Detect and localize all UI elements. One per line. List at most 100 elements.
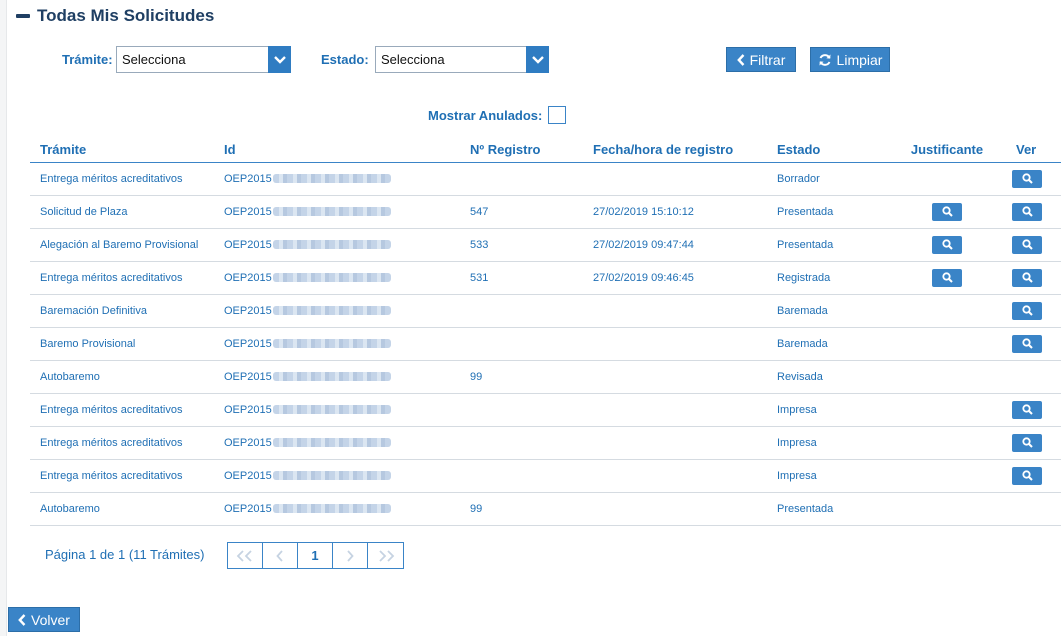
pagination-info: Página 1 de 1 (11 Trámites)	[45, 547, 205, 562]
ver-button[interactable]	[1012, 334, 1042, 353]
ver-button[interactable]	[1012, 301, 1042, 320]
cell-tramite[interactable]: Autobaremo	[30, 360, 224, 394]
justificante-button[interactable]	[932, 268, 962, 287]
cell-tramite[interactable]: Autobaremo	[30, 492, 224, 526]
justificante-button[interactable]	[932, 235, 962, 254]
ver-button[interactable]	[1012, 433, 1042, 452]
pagination: 1	[227, 542, 404, 569]
search-icon	[941, 206, 953, 217]
cell-ver	[1002, 459, 1061, 493]
cell-id: OEP2015	[224, 195, 470, 229]
tramite-select[interactable]: Selecciona	[116, 46, 291, 73]
ver-button[interactable]	[1012, 235, 1042, 254]
cell-registro	[470, 294, 593, 328]
cell-id: OEP2015	[224, 492, 470, 526]
cell-fecha	[593, 294, 777, 328]
col-header-fecha[interactable]: Fecha/hora de registro	[593, 138, 777, 163]
table-row: Entrega méritos acreditativos OEP2015 531 2…	[30, 261, 1061, 295]
next-page-button[interactable]	[333, 543, 368, 568]
justificante-button[interactable]	[932, 202, 962, 221]
id-prefix: OEP2015	[224, 370, 272, 383]
prev-page-button[interactable]	[263, 543, 298, 568]
cell-estado: Baremada	[777, 327, 892, 361]
id-redacted	[272, 306, 391, 316]
cell-id: OEP2015	[224, 294, 470, 328]
ver-button[interactable]	[1012, 202, 1042, 221]
double-chevron-left-icon	[236, 549, 252, 562]
cell-tramite[interactable]: Entrega méritos acreditativos	[30, 261, 224, 295]
cell-justificante	[892, 492, 1002, 526]
cell-fecha: 27/02/2019 09:46:45	[593, 261, 777, 295]
solicitudes-table: Trámite Id Nº Registro Fecha/hora de reg…	[30, 138, 1061, 526]
cell-tramite[interactable]: Entrega méritos acreditativos	[30, 426, 224, 460]
tramite-select-value: Selecciona	[122, 52, 186, 67]
col-header-estado[interactable]: Estado	[777, 138, 892, 163]
ver-button[interactable]	[1012, 400, 1042, 419]
cell-tramite[interactable]: Entrega méritos acreditativos	[30, 162, 224, 196]
cell-tramite[interactable]: Alegación al Baremo Provisional	[30, 228, 224, 262]
chevron-left-icon	[276, 549, 283, 562]
id-prefix: OEP2015	[224, 469, 272, 482]
cell-registro	[470, 459, 593, 493]
id-prefix: OEP2015	[224, 403, 272, 416]
col-header-id[interactable]: Id	[224, 138, 470, 163]
id-prefix: OEP2015	[224, 436, 272, 449]
estado-select-value: Selecciona	[381, 52, 445, 67]
cell-registro: 533	[470, 228, 593, 262]
search-icon	[1021, 272, 1033, 283]
cell-tramite[interactable]: Entrega méritos acreditativos	[30, 393, 224, 427]
cell-estado: Registrada	[777, 261, 892, 295]
section-header[interactable]: Todas Mis Solicitudes	[16, 5, 214, 27]
cell-justificante	[892, 360, 1002, 394]
table-row: Entrega méritos acreditativos OEP2015 Impr…	[30, 459, 1061, 493]
col-header-justificante: Justificante	[892, 138, 1002, 163]
id-prefix: OEP2015	[224, 172, 272, 185]
cell-estado: Baremada	[777, 294, 892, 328]
page-1-button[interactable]: 1	[298, 543, 333, 568]
cell-justificante	[892, 294, 1002, 328]
mostrar-anulados: Mostrar Anulados:	[428, 106, 567, 124]
cell-registro	[470, 393, 593, 427]
search-icon	[1021, 173, 1033, 184]
cell-justificante	[892, 393, 1002, 427]
cell-tramite[interactable]: Baremación Definitiva	[30, 294, 224, 328]
limpiar-button[interactable]: Limpiar	[810, 47, 890, 72]
ver-button[interactable]	[1012, 268, 1042, 287]
col-header-registro[interactable]: Nº Registro	[470, 138, 593, 163]
collapse-icon[interactable]	[16, 14, 30, 18]
cell-fecha	[593, 327, 777, 361]
ver-button[interactable]	[1012, 169, 1042, 188]
estado-label: Estado:	[321, 52, 369, 67]
cell-id: OEP2015	[224, 327, 470, 361]
cell-fecha	[593, 459, 777, 493]
cell-id: OEP2015	[224, 426, 470, 460]
cell-justificante	[892, 195, 1002, 229]
search-icon	[1021, 206, 1033, 217]
cell-ver	[1002, 393, 1061, 427]
page-left-edge	[0, 0, 7, 636]
filtrar-button[interactable]: Filtrar	[726, 47, 796, 72]
id-redacted	[272, 339, 391, 349]
cell-estado: Impresa	[777, 426, 892, 460]
chevron-down-icon[interactable]	[268, 46, 291, 73]
col-header-tramite[interactable]: Trámite	[30, 138, 224, 163]
ver-button[interactable]	[1012, 466, 1042, 485]
volver-button[interactable]: Volver	[8, 607, 80, 632]
table-row: Entrega méritos acreditativos OEP2015 Borr…	[30, 162, 1061, 196]
chevron-down-icon[interactable]	[526, 46, 549, 73]
last-page-button[interactable]	[368, 543, 403, 568]
cell-registro	[470, 426, 593, 460]
id-prefix: OEP2015	[224, 304, 272, 317]
id-redacted	[272, 504, 391, 514]
cell-fecha	[593, 162, 777, 196]
cell-tramite[interactable]: Baremo Provisional	[30, 327, 224, 361]
cell-tramite[interactable]: Solicitud de Plaza	[30, 195, 224, 229]
cell-tramite[interactable]: Entrega méritos acreditativos	[30, 459, 224, 493]
cell-ver	[1002, 426, 1061, 460]
anulados-checkbox[interactable]	[548, 106, 567, 124]
estado-select[interactable]: Selecciona	[375, 46, 549, 73]
cell-ver	[1002, 492, 1061, 526]
first-page-button[interactable]	[228, 543, 263, 568]
cell-justificante	[892, 327, 1002, 361]
id-prefix: OEP2015	[224, 238, 272, 251]
